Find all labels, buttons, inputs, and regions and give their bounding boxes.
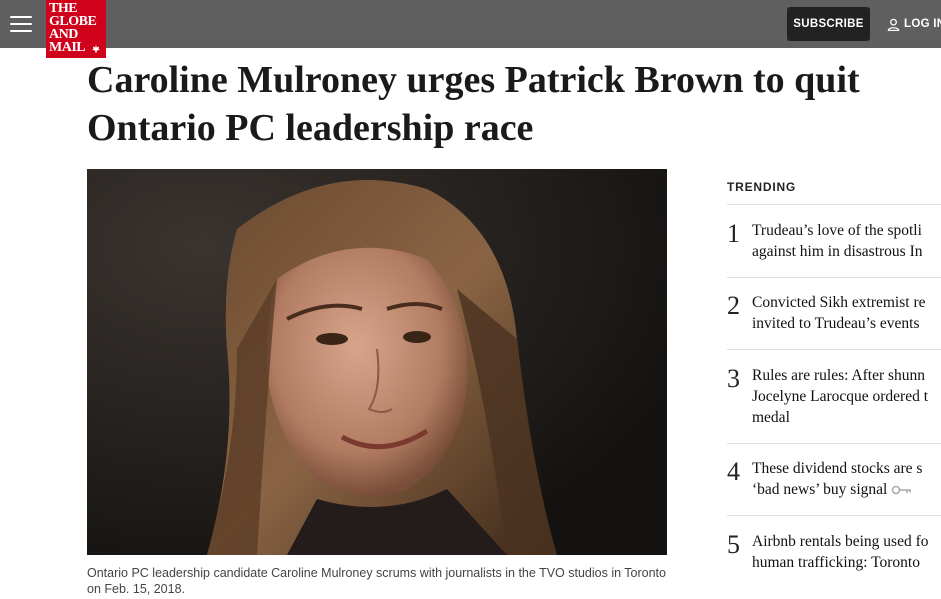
divider bbox=[727, 349, 941, 350]
divider bbox=[727, 204, 941, 205]
trending-item[interactable]: 5 Airbnb rentals being used fo human tra… bbox=[727, 531, 941, 579]
portrait-image bbox=[87, 169, 667, 555]
subscribe-button[interactable]: SUBSCRIBE bbox=[787, 7, 870, 41]
article-lead-photo[interactable] bbox=[87, 169, 667, 555]
login-button[interactable]: LOG IN bbox=[887, 15, 941, 33]
menu-icon[interactable] bbox=[10, 13, 32, 33]
trending-item[interactable]: 2 Convicted Sikh extremist re invited to… bbox=[727, 292, 941, 340]
trending-number: 5 bbox=[727, 531, 740, 559]
photo-caption: Ontario PC leadership candidate Caroline… bbox=[87, 566, 666, 596]
trending-item[interactable]: 4 These dividend stocks are s ‘bad news’… bbox=[727, 458, 941, 506]
trending-headline: These dividend stocks are s ‘bad news’ b… bbox=[752, 460, 923, 498]
trending-item[interactable]: 1 Trudeau’s love of the spotli against h… bbox=[727, 220, 941, 268]
key-icon bbox=[892, 486, 912, 495]
trending-number: 1 bbox=[727, 220, 740, 248]
trending-number: 2 bbox=[727, 292, 740, 320]
divider bbox=[727, 443, 941, 444]
trending-headline: Trudeau’s love of the spotli against him… bbox=[752, 222, 923, 260]
trending-item[interactable]: 3 Rules are rules: After shunn Jocelyne … bbox=[727, 365, 941, 431]
trending-headline: Airbnb rentals being used fo human traff… bbox=[752, 533, 929, 571]
trending-heading: TRENDING bbox=[727, 180, 797, 194]
trending-headline: Convicted Sikh extremist re invited to T… bbox=[752, 294, 926, 332]
login-label: LOG IN bbox=[904, 18, 941, 30]
trending-headline: Rules are rules: After shunn Jocelyne La… bbox=[752, 367, 929, 426]
divider bbox=[727, 515, 941, 516]
divider bbox=[727, 277, 941, 278]
trending-number: 3 bbox=[727, 365, 740, 393]
globe-and-mail-logo[interactable]: THE GLOBE AND MAIL bbox=[46, 0, 106, 58]
maple-leaf-icon bbox=[92, 45, 100, 53]
trending-number: 4 bbox=[727, 458, 740, 486]
top-nav-bar: SUBSCRIBE LOG IN bbox=[0, 0, 941, 48]
user-icon bbox=[887, 18, 900, 31]
article-headline: Caroline Mulroney urges Patrick Brown to… bbox=[87, 59, 860, 149]
